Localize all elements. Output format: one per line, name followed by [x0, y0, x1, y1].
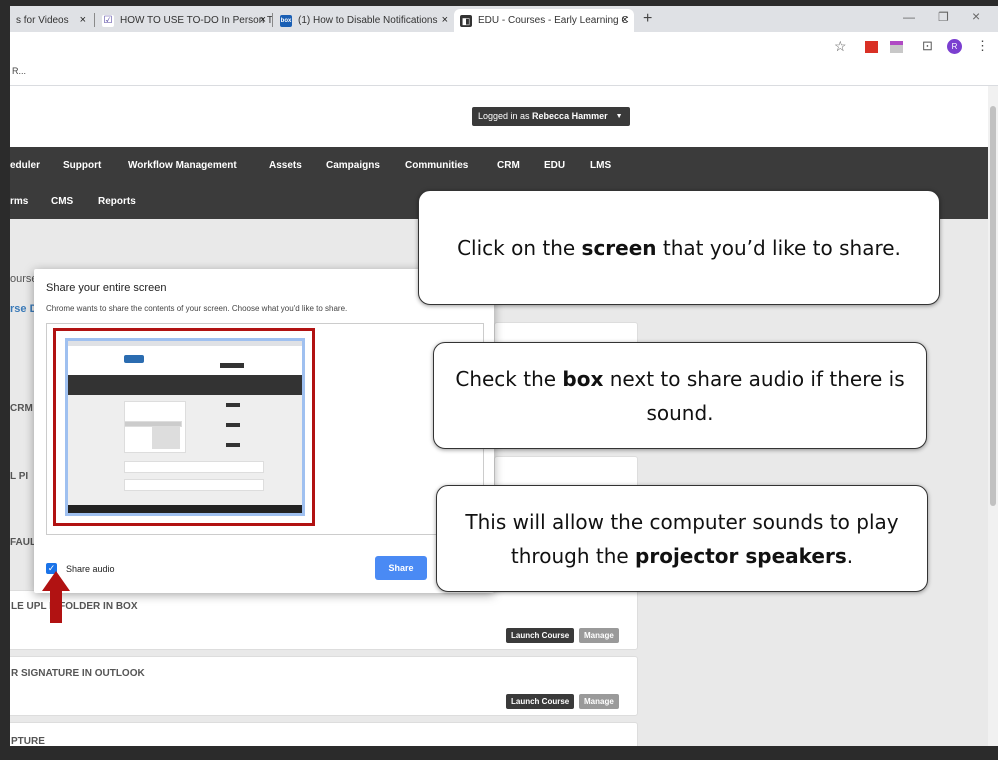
nav-item-crm[interactable]: CRM [497, 160, 520, 171]
nav-item-cms[interactable]: CMS [51, 196, 73, 207]
tab-separator [94, 13, 95, 27]
thumbnail-card [124, 461, 264, 473]
manage-button[interactable]: Manage [579, 694, 619, 709]
menu-icon[interactable]: ⋮ [976, 38, 989, 54]
course-card: LE UPL D FOLDER IN BOX Launch Course Man… [10, 590, 638, 650]
login-prefix: Logged in as [478, 111, 533, 121]
callout-projector-speakers: This will allow the computer sounds to p… [436, 485, 928, 592]
course-title: PTURE [11, 736, 45, 746]
screen-thumbnail[interactable] [65, 338, 305, 516]
caret-down-icon: ▼ [615, 113, 623, 120]
tab-title: (1) How to Disable Notifications [298, 15, 438, 26]
tab-title: HOW TO USE TO-DO In Person T [120, 15, 272, 26]
callout-click-screen: Click on the screen that you’d like to s… [418, 190, 940, 305]
callout-text: This will allow the computer sounds to p… [451, 505, 913, 573]
share-screen-dialog: Share your entire screen Chrome wants to… [34, 269, 494, 593]
star-icon[interactable]: ☆ [834, 38, 847, 55]
user-name: Rebecca Hammer [532, 111, 608, 121]
cast-icon[interactable]: ⊡ [922, 38, 933, 54]
extension-print-icon[interactable] [890, 41, 903, 53]
extension-red-icon[interactable] [865, 41, 878, 53]
bookmarks-bar: R... [10, 62, 998, 86]
thumbnail-nav [68, 375, 302, 395]
callout-text-part: . [846, 543, 854, 568]
new-tab-button[interactable]: + [643, 10, 652, 28]
profile-avatar[interactable]: R [947, 39, 962, 54]
dialog-title: Share your entire screen [46, 282, 167, 294]
callout-text: Click on the screen that you’d like to s… [457, 231, 901, 265]
callout-text-bold: box [562, 366, 604, 391]
course-card: PTURE [10, 722, 638, 746]
close-icon[interactable]: × [622, 14, 628, 26]
side-label-pi: L PI [10, 471, 29, 482]
close-icon[interactable]: × [260, 14, 266, 26]
close-icon[interactable]: × [80, 14, 86, 26]
bookmark-item[interactable]: R... [12, 66, 26, 76]
edu-favicon-icon: ◧ [460, 14, 472, 27]
browser-tab[interactable]: box (1) How to Disable Notifications × [274, 9, 454, 32]
highlight-box [53, 328, 315, 526]
launch-course-button[interactable]: Launch Course [506, 694, 575, 709]
close-icon[interactable]: × [442, 14, 448, 26]
todo-icon: ☑ [102, 14, 114, 27]
thumbnail-header [68, 341, 302, 375]
site-header: Logged in as Rebecca Hammer ▼ [10, 86, 988, 147]
page-scrollbar[interactable] [988, 86, 998, 746]
box-icon: box [280, 14, 292, 27]
callout-text-bold: screen [581, 235, 657, 260]
browser-tab[interactable]: s for Videos × [10, 9, 92, 32]
callout-check-box: Check the box next to share audio if the… [433, 342, 927, 449]
tab-separator [272, 13, 273, 27]
browser-tab-strip: s for Videos × ☑ HOW TO USE TO-DO In Per… [10, 6, 998, 32]
dialog-subtitle: Chrome wants to share the contents of yo… [46, 304, 348, 313]
scrollbar-thumb[interactable] [990, 106, 996, 506]
window-close-icon[interactable]: × [972, 8, 980, 24]
side-label-crm: CRM [10, 403, 33, 414]
side-label-fault: FAUL [10, 537, 37, 548]
callout-text-bold: projector speakers [635, 543, 847, 568]
nav-item-reports[interactable]: Reports [98, 196, 136, 207]
nav-item-workflow[interactable]: Workflow Management [128, 160, 237, 171]
callout-text-part: Check the [455, 366, 563, 391]
nav-item-lms[interactable]: LMS [590, 160, 611, 171]
course-card: R SIGNATURE IN OUTLOOK Launch Course Man… [10, 656, 638, 716]
share-button[interactable]: Share [375, 556, 427, 580]
callout-text: Check the box next to share audio if the… [448, 362, 912, 430]
thumbnail-card [124, 479, 264, 491]
thumbnail-taskbar [68, 505, 302, 513]
callout-text-part: that you’d like to share. [656, 235, 901, 260]
course-title: LE UPL D FOLDER IN BOX [11, 601, 138, 612]
course-title: R SIGNATURE IN OUTLOOK [11, 668, 145, 679]
minimize-icon[interactable]: — [903, 10, 915, 24]
tab-title: s for Videos [16, 15, 69, 26]
browser-tab-active[interactable]: ◧ EDU - Courses - Early Learning C × [454, 9, 634, 32]
nav-item-assets[interactable]: Assets [269, 160, 302, 171]
share-audio-label: Share audio [66, 564, 115, 574]
tab-title: EDU - Courses - Early Learning C [478, 15, 629, 26]
screen-list [46, 323, 484, 535]
nav-item-communities[interactable]: Communities [405, 160, 468, 171]
nav-item-edu[interactable]: EDU [544, 160, 565, 171]
thumbnail-dialog-screen [152, 427, 180, 449]
callout-text-part: next to share audio if there is sound. [603, 366, 905, 425]
nav-item-support[interactable]: Support [63, 160, 101, 171]
nav-item-campaigns[interactable]: Campaigns [326, 160, 380, 171]
browser-toolbar: ☆ ⊡ R ⋮ [10, 32, 998, 62]
nav-item-scheduler[interactable]: eduler [10, 160, 40, 171]
nav-item-forms[interactable]: rms [10, 196, 28, 207]
callout-text-part: Click on the [457, 235, 582, 260]
manage-button[interactable]: Manage [579, 628, 619, 643]
launch-course-button[interactable]: Launch Course [506, 628, 575, 643]
arrow-up-icon [42, 571, 70, 623]
browser-tab[interactable]: ☑ HOW TO USE TO-DO In Person T × [96, 9, 272, 32]
user-menu-button[interactable]: Logged in as Rebecca Hammer ▼ [472, 107, 630, 126]
restore-icon[interactable]: ❐ [938, 10, 949, 24]
